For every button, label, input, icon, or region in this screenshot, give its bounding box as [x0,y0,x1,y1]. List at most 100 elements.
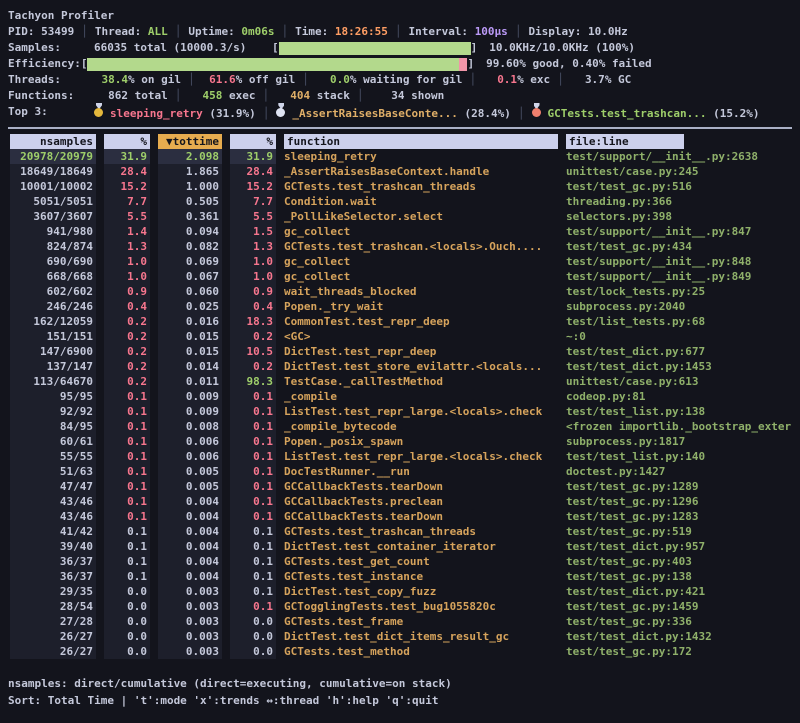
table-row: 26/270.00.0030.0GCTests.test_methodtest/… [0,644,800,659]
cell-function: DictTest.test_store_evilattr.<locals... [284,359,558,374]
cell-direct-percent: 7.7 [104,194,150,209]
cell-direct-percent: 0.1 [104,554,150,569]
cell-direct-percent: 1.0 [104,269,150,284]
column-header-direct-percent[interactable]: % [104,134,150,149]
cell-cumulative-percent: 1.0 [230,269,276,284]
cell-tottime: 2.098 [158,149,222,164]
cell-function: GCCallbackTests.tearDown [284,479,558,494]
cell-function: _compile [284,389,558,404]
cell-nsamples: 5051/5051 [10,194,96,209]
cell-direct-percent: 0.1 [104,404,150,419]
cell-tottime: 0.006 [158,449,222,464]
separator-icon: │ [74,24,95,40]
cell-nsamples: 60/61 [10,434,96,449]
cell-cumulative-percent: 0.4 [230,299,276,314]
status-label: Display: [528,24,588,40]
table-row: 668/6681.00.0671.0gc_collecttest/support… [0,269,800,284]
cell-direct-percent: 0.0 [104,644,150,659]
cell-nsamples: 113/64670 [10,374,96,389]
column-header-cumulative-percent[interactable]: % [230,134,276,149]
cell-nsamples: 26/27 [10,629,96,644]
threads-value: 0.1 [483,72,517,88]
functions-text: total [128,89,168,102]
cell-file-line: test/test_gc.py:1289 [566,479,792,494]
cell-file-line: test/test_dict.py:421 [566,584,792,599]
cell-nsamples: 137/147 [10,359,96,374]
separator-icon: │ [168,89,189,102]
cell-nsamples: 602/602 [10,284,96,299]
cell-function: GCTests.test_trashcan_threads [284,524,558,539]
threads-text: % exc [517,73,550,86]
cell-tottime: 0.009 [158,389,222,404]
cell-direct-percent: 0.1 [104,434,150,449]
cell-nsamples: 51/63 [10,464,96,479]
cell-nsamples: 941/980 [10,224,96,239]
cell-cumulative-percent: 0.1 [230,419,276,434]
column-header-file-line[interactable]: file:line [566,134,792,149]
cell-direct-percent: 0.2 [104,314,150,329]
samples-total: 66035 total (10000.3/s) [94,40,272,56]
column-header-function[interactable]: function [284,134,558,149]
table-row: 60/610.10.0060.1Popen._posix_spawnsubpro… [0,434,800,449]
cell-cumulative-percent: 0.0 [230,629,276,644]
cell-cumulative-percent: 28.4 [230,164,276,179]
cell-cumulative-percent: 0.2 [230,359,276,374]
cell-direct-percent: 0.0 [104,629,150,644]
cell-nsamples: 36/37 [10,554,96,569]
cell-tottime: 0.014 [158,359,222,374]
table-row: 162/120590.20.01618.3CommonTest.test_rep… [0,314,800,329]
table-row: 18649/1864928.41.86528.4_AssertRaisesBas… [0,164,800,179]
table-header: nsamples% ▼tottime% function file:line [0,134,800,149]
cell-function: _PollLikeSelector.select [284,209,558,224]
table-row: 10001/1000215.21.00015.2GCTests.test_tra… [0,179,800,194]
cell-tottime: 0.060 [158,284,222,299]
cell-function: Popen._posix_spawn [284,434,558,449]
separator-icon: │ [350,89,371,102]
cell-direct-percent: 5.5 [104,209,150,224]
cell-nsamples: 36/37 [10,569,96,584]
legend-nsamples: nsamples: direct/cumulative (direct=exec… [0,675,800,692]
cell-file-line: test/test_dict.py:677 [566,344,792,359]
cell-tottime: 0.004 [158,494,222,509]
column-header-tottime-sort[interactable]: ▼tottime [158,134,222,149]
tachyon-profiler-window[interactable]: Tachyon Profiler PID: 53499│Thread: ALL│… [0,0,800,709]
cell-file-line: test/test_dict.py:957 [566,539,792,554]
efficiency-bar-good-fill [87,58,458,71]
cell-nsamples: 151/151 [10,329,96,344]
cell-tottime: 0.009 [158,404,222,419]
separator-icon: │ [462,73,483,86]
divider [8,127,792,129]
cell-file-line: threading.py:366 [566,194,792,209]
cell-direct-percent: 0.1 [104,464,150,479]
cell-direct-percent: 0.1 [104,449,150,464]
cell-file-line: test/support/__init__.py:849 [566,269,792,284]
status-value: 10.0Hz [588,24,628,40]
cell-file-line: selectors.py:398 [566,209,792,224]
column-header-nsamples[interactable]: nsamples [10,134,96,149]
threads-line: Threads: 38.4% on gil│61.6% off gil│0.0%… [0,72,800,88]
table-row: 29/350.00.0030.1DictTest.test_copy_fuzzt… [0,584,800,599]
table-row: 147/69000.20.01510.5DictTest.test_repr_d… [0,344,800,359]
cell-function: gc_collect [284,254,558,269]
cell-direct-percent: 0.0 [104,614,150,629]
table-body: 20978/2097931.92.09831.9sleeping_retryte… [0,149,800,659]
cell-cumulative-percent: 31.9 [230,149,276,164]
threads-text: % on gil [128,73,181,86]
footer: nsamples: direct/cumulative (direct=exec… [0,675,800,709]
cell-nsamples: 28/54 [10,599,96,614]
samples-bar-fill [279,42,471,55]
cell-function: DictTest.test_repr_deep [284,344,558,359]
cell-function: GCTogglingTests.test_bug1055820c [284,599,558,614]
file-line-header-band: file:line [566,134,684,149]
cell-file-line: test/test_gc.py:516 [566,179,792,194]
cell-function: TestCase._callTestMethod [284,374,558,389]
cell-function: DocTestRunner.__run [284,464,558,479]
cell-tottime: 1.865 [158,164,222,179]
cell-function: ListTest.test_repr_large.<locals>.check [284,449,558,464]
table-row: 26/270.00.0030.0DictTest.test_dict_items… [0,629,800,644]
table-row: 941/9801.40.0941.5gc_collecttest/support… [0,224,800,239]
cell-direct-percent: 0.2 [104,359,150,374]
cell-file-line: test/test_list.py:138 [566,404,792,419]
cell-file-line: test/test_gc.py:138 [566,569,792,584]
cell-direct-percent: 0.1 [104,479,150,494]
